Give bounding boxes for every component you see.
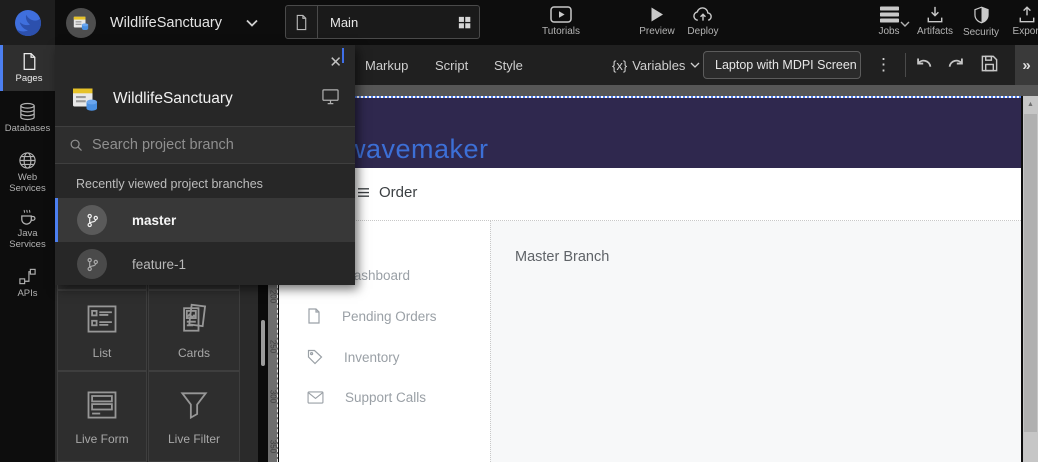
widget-cards[interactable]: Cards bbox=[148, 290, 240, 371]
git-branch-icon bbox=[77, 205, 107, 235]
artifacts-button[interactable]: Artifacts bbox=[910, 6, 960, 37]
nav-item-inventory[interactable]: Inventory bbox=[307, 349, 400, 365]
project-icon bbox=[72, 14, 90, 32]
security-button[interactable]: Security bbox=[956, 6, 1006, 38]
list-widget-icon bbox=[84, 301, 120, 337]
export-button[interactable]: Export bbox=[1002, 6, 1038, 37]
project-avatar bbox=[69, 83, 101, 115]
funnel-icon bbox=[176, 387, 212, 423]
recent-branches-label: Recently viewed project branches bbox=[76, 177, 263, 191]
redo-button[interactable] bbox=[946, 54, 966, 73]
shield-icon bbox=[973, 6, 990, 24]
widget-list[interactable]: List bbox=[57, 290, 147, 371]
project-name: WildlifeSanctuary bbox=[110, 15, 222, 31]
undo-icon bbox=[914, 54, 934, 73]
branch-search[interactable] bbox=[55, 126, 355, 164]
chevron-down-icon bbox=[690, 61, 700, 69]
jobs-icon bbox=[879, 6, 900, 23]
grid-icon[interactable] bbox=[449, 15, 479, 30]
project-switcher[interactable]: WildlifeSanctuary bbox=[66, 0, 260, 45]
page-selector[interactable]: Main bbox=[285, 5, 480, 39]
canvas-scrollbar-thumb[interactable] bbox=[1024, 114, 1037, 432]
live-form-widget-icon bbox=[84, 387, 120, 423]
sidebar-item-java-services[interactable]: JavaServices bbox=[0, 201, 55, 257]
globe-icon bbox=[18, 151, 37, 170]
chevron-down-icon bbox=[900, 20, 910, 28]
cards-widget-icon bbox=[176, 301, 212, 337]
widget-live-filter[interactable]: Live Filter bbox=[148, 371, 240, 462]
expand-panel-button[interactable]: » bbox=[1015, 45, 1038, 85]
project-avatar bbox=[66, 8, 96, 38]
left-rail: Pages Databases WebServices JavaServices… bbox=[0, 45, 55, 462]
sidebar-item-databases[interactable]: Databases bbox=[0, 91, 55, 145]
variables-menu[interactable]: {x} Variables bbox=[612, 45, 700, 85]
monitor-icon[interactable] bbox=[321, 88, 340, 105]
horizontal-ruler bbox=[258, 85, 1038, 96]
content-label: Master Branch bbox=[515, 249, 609, 265]
app-content[interactable]: Master Branch bbox=[490, 221, 1021, 462]
nav-item-pending-orders[interactable]: Pending Orders bbox=[307, 308, 437, 324]
menu-item-order[interactable]: Order bbox=[357, 184, 417, 201]
page-selector-value: Main bbox=[318, 15, 449, 30]
selection-marker bbox=[342, 48, 344, 63]
project-icon bbox=[70, 84, 100, 114]
undo-button[interactable] bbox=[914, 54, 934, 73]
toolbar-divider bbox=[905, 53, 906, 77]
tab-markup[interactable]: Markup bbox=[365, 45, 408, 85]
api-nodes-icon bbox=[18, 267, 37, 286]
wave-icon bbox=[12, 7, 44, 39]
search-input[interactable] bbox=[92, 137, 341, 153]
deploy-button[interactable]: Deploy bbox=[678, 6, 728, 37]
cloud-upload-icon bbox=[691, 6, 715, 23]
close-icon[interactable]: ✕ bbox=[329, 53, 342, 71]
project-branch-popup: ✕ WildlifeSanctuary Recently viewed proj… bbox=[55, 45, 355, 285]
envelope-icon bbox=[307, 391, 324, 404]
design-canvas[interactable]: wavemaker Order Dashboard Pending Orders… bbox=[279, 96, 1021, 462]
popup-project-title: WildlifeSanctuary bbox=[113, 90, 233, 108]
page-icon bbox=[286, 6, 318, 38]
tab-style[interactable]: Style bbox=[494, 45, 523, 85]
save-icon bbox=[980, 54, 999, 73]
app-menubar: Order bbox=[279, 168, 1021, 220]
app-brand: wavemaker bbox=[346, 134, 489, 165]
pages-icon bbox=[21, 52, 38, 71]
git-branch-icon bbox=[77, 249, 107, 279]
sidebar-item-pages[interactable]: Pages bbox=[0, 45, 55, 91]
widget-live-form[interactable]: Live Form bbox=[57, 371, 147, 462]
video-icon bbox=[550, 6, 572, 23]
save-button[interactable] bbox=[980, 54, 999, 73]
download-icon bbox=[926, 6, 944, 23]
coffee-icon bbox=[18, 207, 37, 226]
hamburger-icon bbox=[357, 187, 370, 198]
chevron-down-icon bbox=[244, 15, 260, 31]
canvas-scrollbar[interactable]: ▲ bbox=[1023, 96, 1038, 462]
branch-item-master[interactable]: master bbox=[55, 198, 355, 242]
document-icon bbox=[307, 308, 321, 324]
scroll-up-button[interactable]: ▲ bbox=[1023, 96, 1038, 112]
search-icon bbox=[69, 138, 83, 152]
branch-item-feature-1[interactable]: feature-1 bbox=[55, 242, 355, 286]
redo-icon bbox=[946, 54, 966, 73]
sidebar-item-web-services[interactable]: WebServices bbox=[0, 145, 55, 201]
app-body: Dashboard Pending Orders Inventory Suppo… bbox=[279, 220, 1021, 462]
preview-button[interactable]: Preview bbox=[632, 6, 682, 37]
jobs-button[interactable]: Jobs bbox=[864, 6, 914, 37]
editor-toolbar: Markup Script Style {x} Variables Laptop… bbox=[258, 45, 1038, 85]
nav-item-support-calls[interactable]: Support Calls bbox=[307, 390, 426, 405]
tab-script[interactable]: Script bbox=[435, 45, 468, 85]
play-icon bbox=[649, 6, 665, 23]
tag-icon bbox=[307, 349, 323, 365]
tutorials-button[interactable]: Tutorials bbox=[536, 6, 586, 37]
upload-icon bbox=[1018, 6, 1036, 23]
device-selector[interactable]: Laptop with MDPI Screen bbox=[703, 51, 861, 79]
app-header[interactable]: wavemaker bbox=[279, 98, 1021, 168]
panel-scrollbar-thumb[interactable] bbox=[261, 320, 265, 366]
sidebar-item-apis[interactable]: APIs bbox=[0, 257, 55, 309]
wavemaker-logo[interactable] bbox=[0, 0, 55, 45]
variables-prefix: {x} bbox=[612, 58, 627, 73]
more-options-button[interactable]: ⋮ bbox=[875, 53, 892, 77]
database-icon bbox=[18, 102, 37, 121]
top-bar: WildlifeSanctuary Main Tutorials Preview… bbox=[0, 0, 1038, 45]
